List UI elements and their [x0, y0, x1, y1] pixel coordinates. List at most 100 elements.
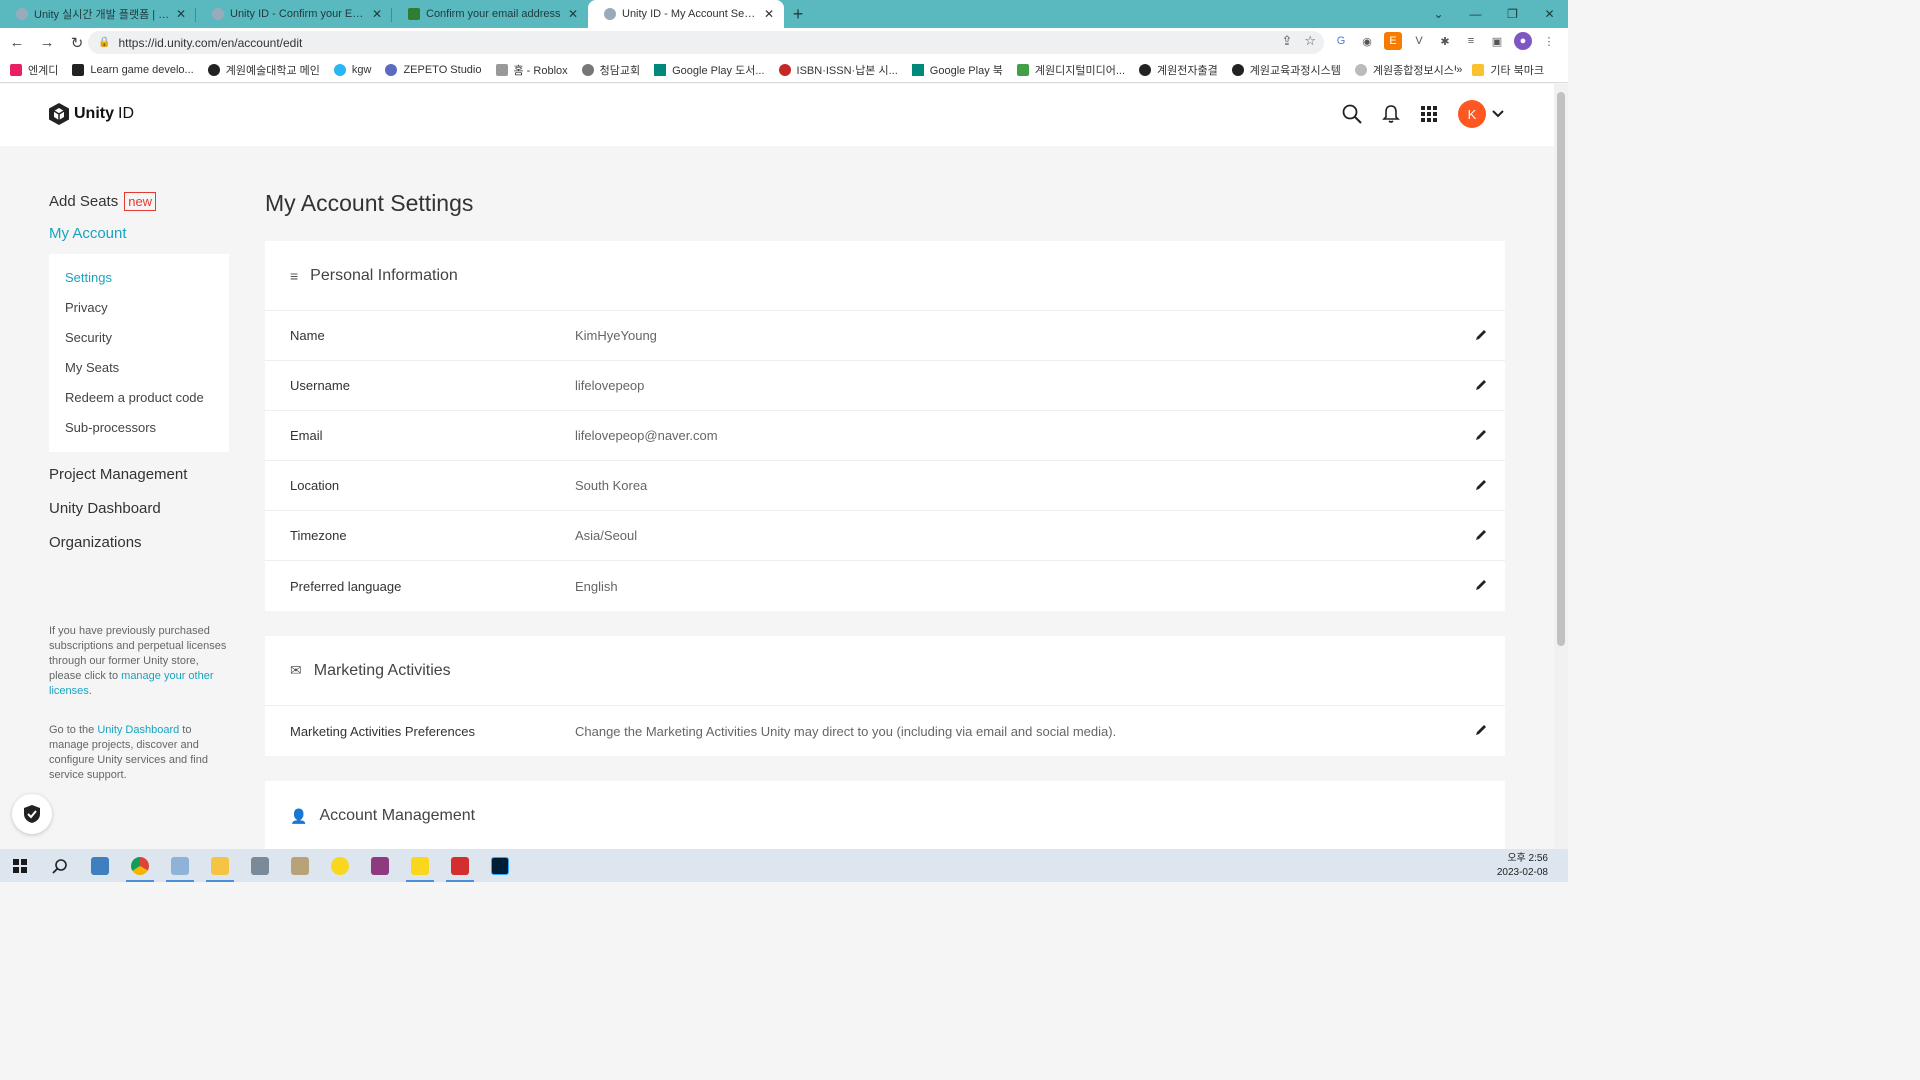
- subnav-settings[interactable]: Settings: [65, 266, 213, 296]
- search-icon[interactable]: [1342, 104, 1362, 124]
- licenses-note: If you have previously purchased subscri…: [49, 625, 227, 697]
- close-tab-icon[interactable]: ✕: [764, 7, 774, 21]
- privacy-shield-button[interactable]: [12, 794, 52, 834]
- bookmark-item[interactable]: 계원디지털미디어...: [1016, 62, 1125, 78]
- taskbar-app-media[interactable]: [360, 849, 400, 882]
- taskbar-app-file-explorer[interactable]: [200, 849, 240, 882]
- add-seats-link[interactable]: Add Seats new: [49, 192, 229, 211]
- browser-tab[interactable]: Unity ID - Confirm your Email ✕: [196, 0, 392, 28]
- sidebar: Add Seats new My Account Settings Privac…: [49, 192, 229, 568]
- dashboard-note: Go to the Unity Dashboard to manage proj…: [49, 724, 208, 781]
- edit-pencil-icon[interactable]: [1475, 529, 1487, 541]
- unity-id-logo[interactable]: Unity ID: [48, 102, 134, 126]
- tab-title: Unity ID - Confirm your Email: [230, 8, 366, 20]
- system-clock[interactable]: 오후 2:56 2023-02-08: [1497, 852, 1548, 880]
- bookmark-item[interactable]: 홈 - Roblox: [495, 62, 568, 78]
- bookmark-item[interactable]: 계원전자출결: [1139, 62, 1218, 78]
- chrome-menu-icon[interactable]: ⋮: [1540, 32, 1558, 50]
- close-window-button[interactable]: ✕: [1531, 0, 1568, 28]
- subnav-sub-processors[interactable]: Sub-processors: [65, 416, 213, 446]
- back-button[interactable]: ←: [4, 30, 30, 56]
- new-badge: new: [124, 192, 157, 211]
- subnav-redeem-code[interactable]: Redeem a product code: [65, 386, 213, 416]
- unity-dashboard-link[interactable]: Unity Dashboard: [97, 724, 179, 736]
- taskbar-app-photoshop[interactable]: [480, 849, 520, 882]
- pdf-icon: [451, 856, 469, 875]
- side-panel-icon[interactable]: ▣: [1488, 32, 1506, 50]
- bookmarks-bar: 엔계디 Learn game develo... 계원예술대학교 메인 kgw …: [0, 57, 1568, 83]
- forward-button[interactable]: →: [34, 30, 60, 56]
- bookmark-item[interactable]: 청담교회: [581, 62, 640, 78]
- card-header: ✉ Marketing Activities: [265, 636, 1505, 706]
- edit-pencil-icon[interactable]: [1475, 379, 1487, 391]
- taskbar-app-kakaotalk[interactable]: [400, 849, 440, 882]
- bookmark-item[interactable]: 계원교육과정시스템: [1231, 62, 1341, 78]
- vuejs-extension-icon[interactable]: V: [1410, 32, 1428, 50]
- camera-extension-icon[interactable]: ◉: [1358, 32, 1376, 50]
- scrollbar-thumb[interactable]: [1557, 92, 1565, 646]
- taskbar-app-tools[interactable]: [280, 849, 320, 882]
- translate-extension-icon[interactable]: G: [1332, 32, 1350, 50]
- bookmark-item[interactable]: 계원종합정보시스템: [1354, 62, 1464, 78]
- bell-icon[interactable]: [1382, 104, 1400, 124]
- sidebar-item-unity-dashboard[interactable]: Unity Dashboard: [49, 500, 229, 534]
- bookmark-item[interactable]: 계원예술대학교 메인: [207, 62, 320, 78]
- reading-list-icon[interactable]: ≡: [1462, 32, 1480, 50]
- close-tab-icon[interactable]: ✕: [568, 7, 578, 21]
- edit-pencil-icon[interactable]: [1475, 479, 1487, 491]
- close-tab-icon[interactable]: ✕: [176, 7, 186, 21]
- close-tab-icon[interactable]: ✕: [372, 7, 382, 21]
- taskbar-app-chrome[interactable]: [120, 849, 160, 882]
- browser-tab-active[interactable]: Unity ID - My Account Settings ✕: [588, 0, 784, 28]
- subnav-my-seats[interactable]: My Seats: [65, 356, 213, 386]
- unity-favicon-icon: [604, 8, 616, 20]
- bookmark-item[interactable]: ISBN·ISSN·납본 시...: [778, 62, 898, 78]
- address-bar[interactable]: 🔒 https://id.unity.com/en/account/edit ⇪…: [88, 31, 1324, 54]
- taskbar-app-paint[interactable]: [160, 849, 200, 882]
- bookmark-item[interactable]: 엔계디: [10, 62, 58, 78]
- taskbar-app-control-panel[interactable]: [80, 849, 120, 882]
- bookmarks-overflow-button[interactable]: »: [1456, 64, 1462, 76]
- edit-pencil-icon[interactable]: [1475, 329, 1487, 341]
- bookmark-item[interactable]: Google Play 북: [911, 62, 1003, 78]
- sidebar-item-organizations[interactable]: Organizations: [49, 534, 229, 568]
- field-value: lifelovepeop@naver.com: [575, 428, 718, 443]
- edit-pencil-icon[interactable]: [1475, 429, 1487, 441]
- bookmark-item[interactable]: kgw: [333, 63, 371, 76]
- bookmark-item[interactable]: Google Play 도서...: [654, 62, 765, 78]
- ext-orange-icon[interactable]: E: [1384, 32, 1402, 50]
- chevron-down-icon[interactable]: [1492, 110, 1504, 118]
- taskbar-app-calculator[interactable]: [240, 849, 280, 882]
- account-menu[interactable]: K: [1458, 100, 1504, 128]
- reload-button[interactable]: ↻: [64, 30, 90, 56]
- unity-cube-icon: [49, 103, 69, 125]
- other-bookmarks-folder[interactable]: 기타 북마크: [1472, 62, 1544, 78]
- browser-tab[interactable]: Confirm your email address ✕: [392, 0, 588, 28]
- puzzle-extensions-icon[interactable]: ✱: [1436, 32, 1454, 50]
- edit-pencil-icon[interactable]: [1475, 579, 1487, 591]
- maximize-button[interactable]: ❐: [1494, 0, 1531, 28]
- start-button[interactable]: [0, 849, 40, 882]
- bookmark-star-icon[interactable]: ☆: [1304, 33, 1316, 49]
- avatar[interactable]: K: [1458, 100, 1486, 128]
- bookmark-item[interactable]: Learn game develo...: [72, 63, 194, 76]
- taskbar-search-button[interactable]: [40, 849, 80, 882]
- browser-tab[interactable]: Unity 실시간 개발 플랫폼 | 3D, 2 ✕: [0, 0, 196, 28]
- subnav-security[interactable]: Security: [65, 326, 213, 356]
- card-header: 👤 Account Management: [265, 781, 1505, 849]
- page-scrollbar[interactable]: [1554, 84, 1568, 849]
- profile-icon[interactable]: ●: [1514, 32, 1532, 50]
- taskbar-app-kakao[interactable]: [320, 849, 360, 882]
- bookmark-item[interactable]: ZEPETO Studio: [385, 63, 482, 76]
- minimize-button[interactable]: —: [1457, 0, 1494, 28]
- new-tab-button[interactable]: +: [784, 0, 812, 28]
- share-icon[interactable]: ⇪: [1281, 33, 1292, 49]
- apps-grid-icon[interactable]: [1420, 105, 1438, 123]
- edit-pencil-icon[interactable]: [1475, 724, 1487, 736]
- subnav-privacy[interactable]: Privacy: [65, 296, 213, 326]
- taskbar-app-acrobat[interactable]: [440, 849, 480, 882]
- unity-favicon-icon: [16, 8, 28, 20]
- sidebar-item-my-account[interactable]: My Account: [49, 225, 229, 242]
- sidebar-item-project-management[interactable]: Project Management: [49, 466, 229, 500]
- tab-search-icon[interactable]: ⌄: [1420, 0, 1457, 28]
